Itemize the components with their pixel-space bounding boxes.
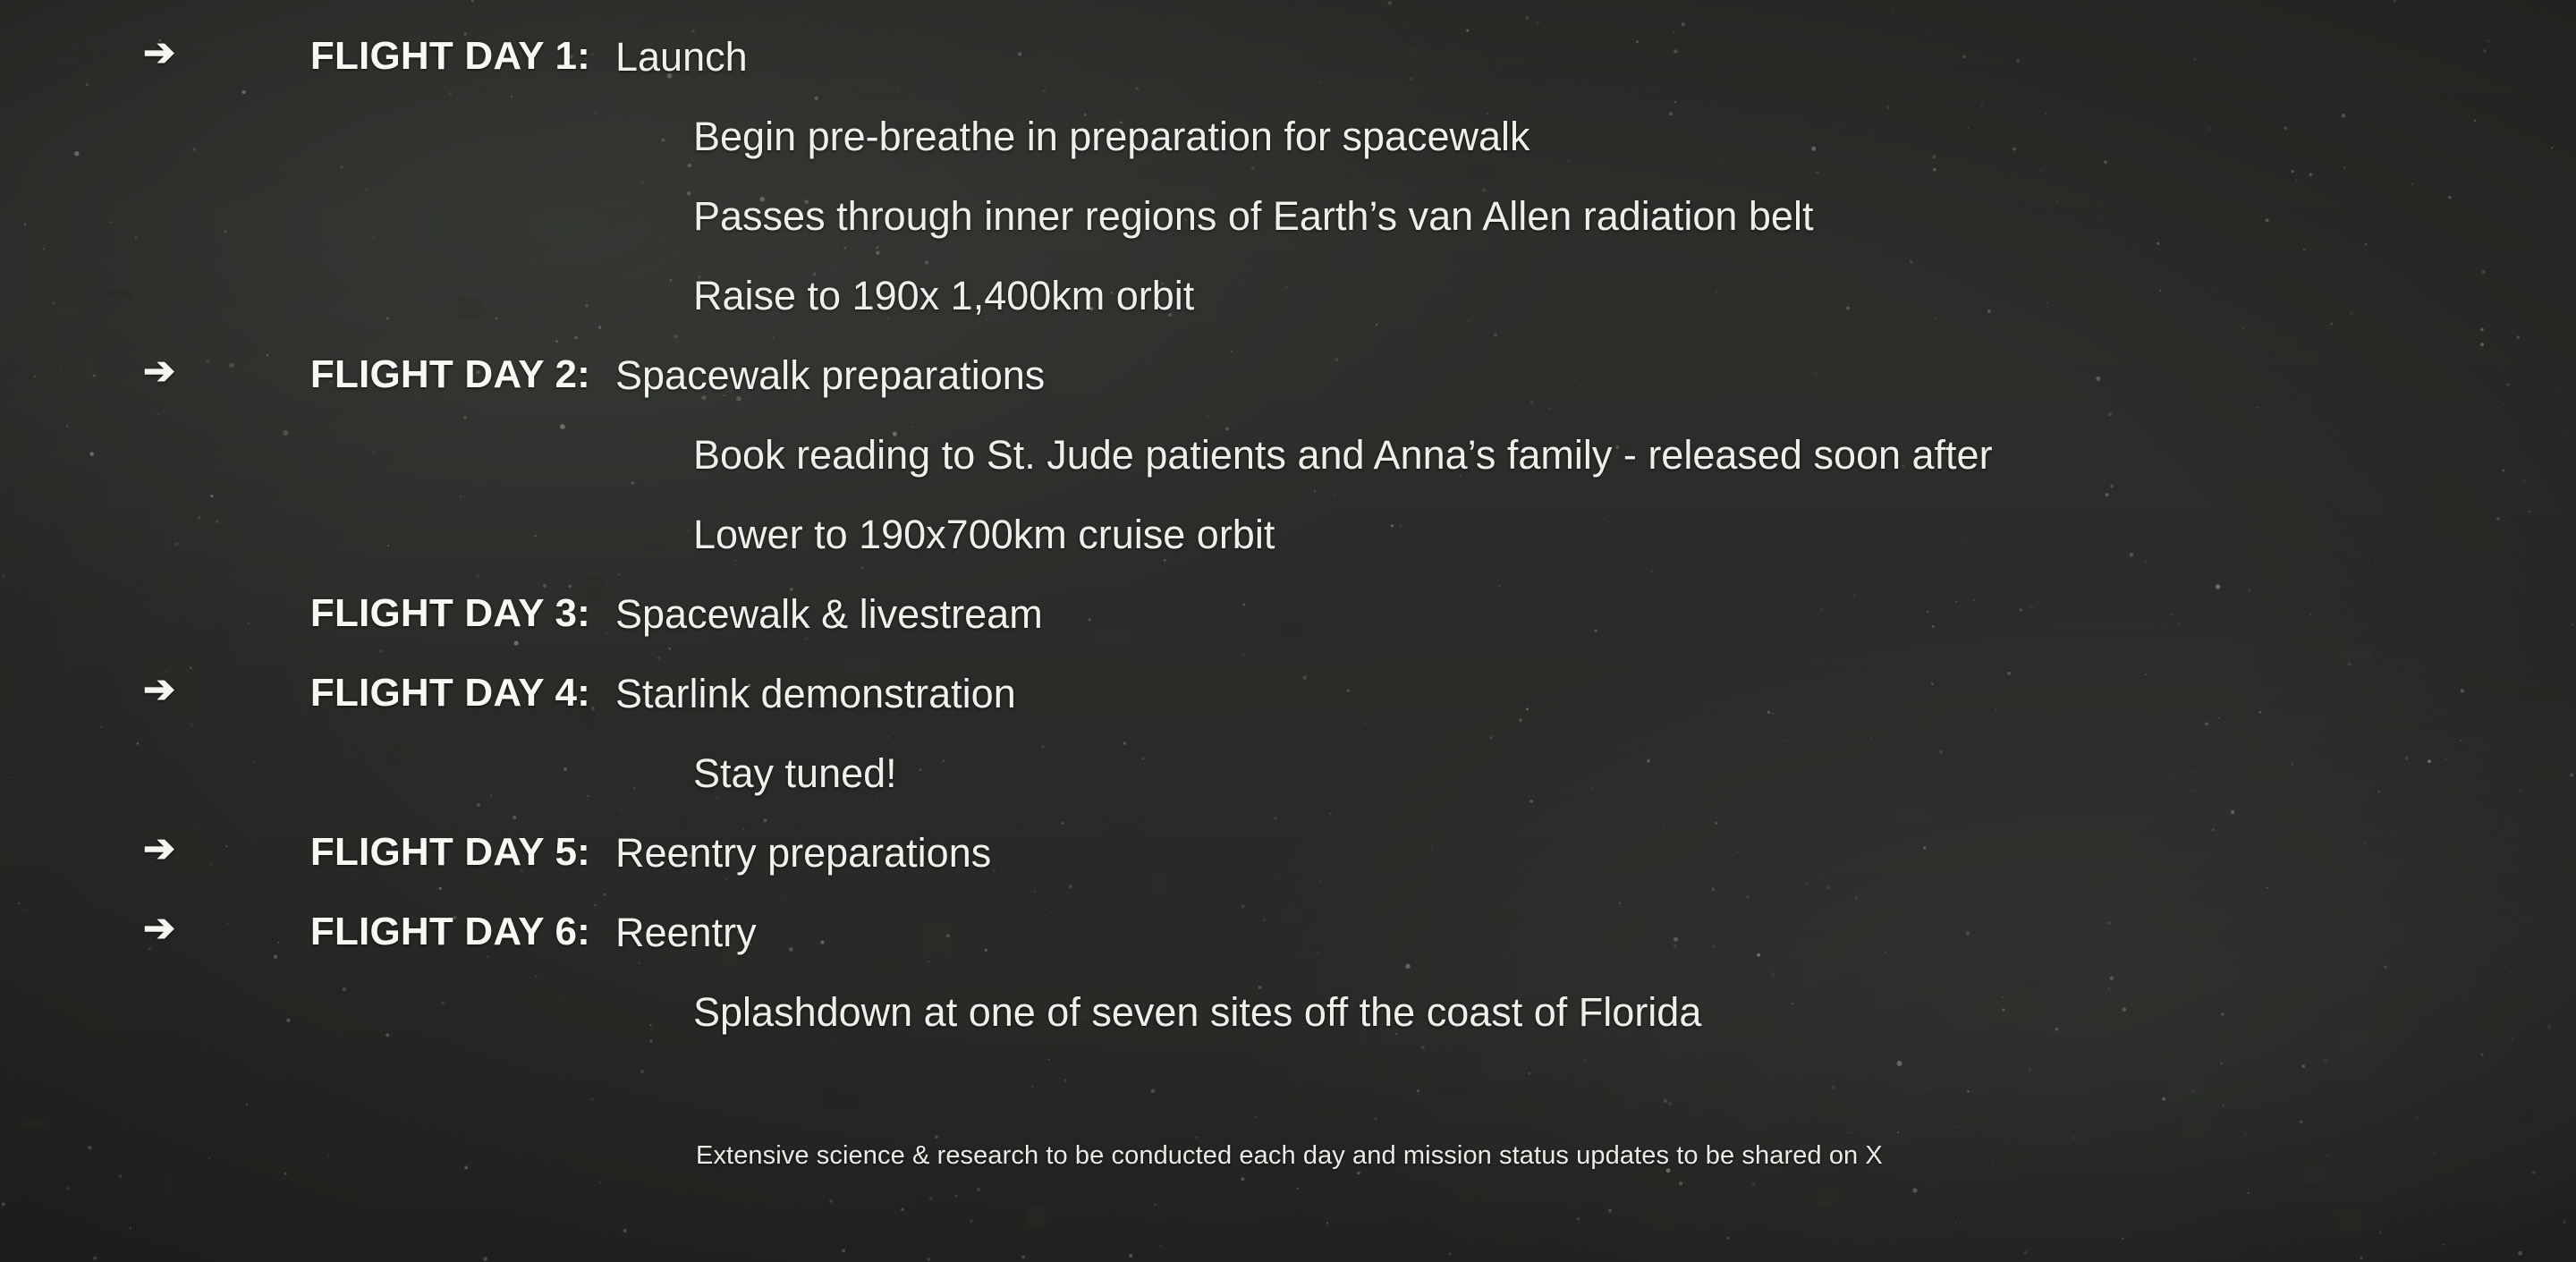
flight-day-sub-item: Lower to 190x700km cruise orbit [693,512,1275,557]
flight-day-value: Launch [615,34,748,80]
flight-day-value: Spacewalk preparations [615,352,1046,398]
flight-day-value: Reentry preparations [615,830,992,876]
flight-day-label: FLIGHT DAY 3: [309,591,590,635]
flight-day-sub-item: Book reading to St. Jude patients and An… [693,432,1993,478]
flight-day-value: Starlink demonstration [615,671,1016,716]
flight-day-value: Spacewalk & livestream [615,591,1043,637]
flight-day-value: Reentry [615,910,757,955]
flight-day-label: FLIGHT DAY 5: [309,830,590,874]
flight-day-sub-item: Begin pre-breathe in preparation for spa… [693,114,1530,159]
flight-day-sub-item: Stay tuned! [693,750,897,796]
flight-day-sub-item: Passes through inner regions of Earth’s … [693,193,1814,239]
slide-content: ➔ FLIGHT DAY 1: Launch Begin pre-breathe in… [0,0,2576,1262]
flight-day-label: FLIGHT DAY 2: [309,352,590,396]
flight-day-sub-item: Splashdown at one of seven sites off the… [693,989,1702,1035]
flight-day-sub-item: Raise to 190x 1,400km orbit [693,273,1195,318]
flight-day-label: FLIGHT DAY 6: [309,910,590,953]
mission-timeline-slide: ➔ FLIGHT DAY 1: Launch Begin pre-breathe in… [0,0,2576,1262]
flight-day-label: FLIGHT DAY 1: [309,34,590,78]
flight-day-label: FLIGHT DAY 4: [309,671,590,715]
